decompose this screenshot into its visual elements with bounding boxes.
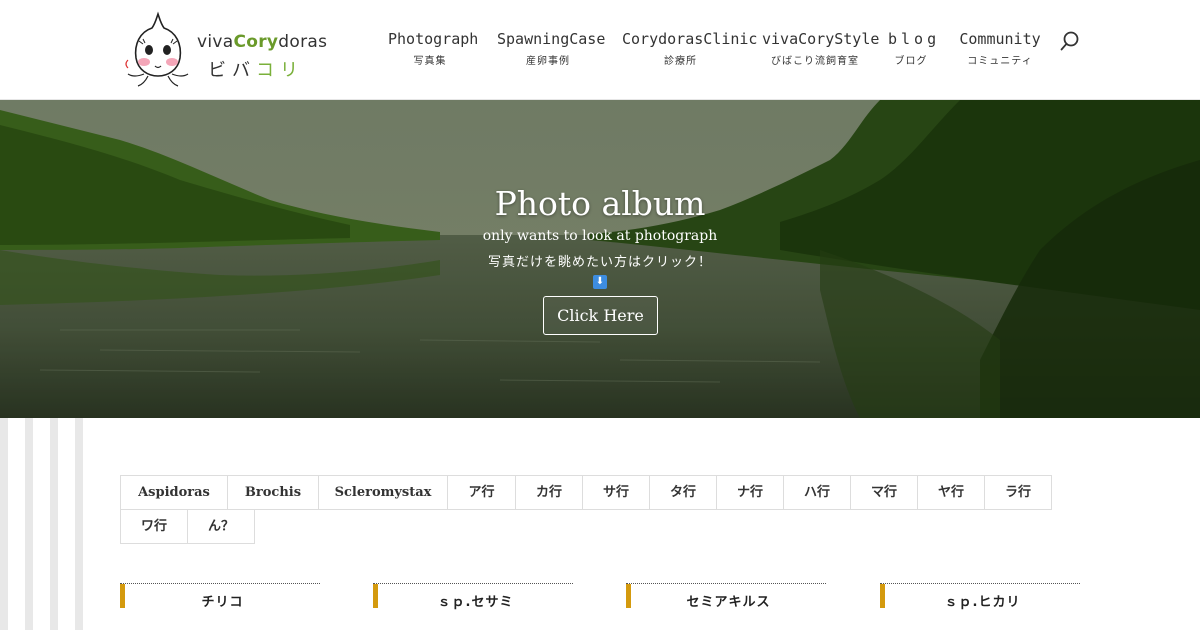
stripe [75,418,83,630]
tab-sa-row[interactable]: サ行 [582,475,650,510]
nav-label: Photograph [388,30,479,48]
card-title: ｓｐ.セサミ [437,595,514,610]
search-icon[interactable] [1059,30,1081,52]
nav-sublabel: ブログ [894,56,928,67]
main-nav: Photograph 写真集 SpawningCase 産卵事例 Corydor… [0,30,1200,80]
nav-sublabel: びばこり流飼育室 [771,56,859,67]
species-card[interactable]: チリコ [120,583,320,610]
click-here-button[interactable]: Click Here [543,296,658,335]
nav-label: SpawningCase [497,30,606,48]
species-card[interactable]: ｓｐ.ヒカリ [880,583,1080,610]
hero-subtitle-en: only wants to look at photograph [482,228,718,244]
tab-brochis[interactable]: Brochis [227,475,319,510]
card-title: チリコ [201,595,244,610]
hero-banner: Photo album only wants to look at photog… [0,100,1200,418]
nav-sublabel: 写真集 [413,56,447,67]
stripe [25,418,33,630]
tab-ha-row[interactable]: ハ行 [783,475,851,510]
tab-scleromystax[interactable]: Scleromystax [318,475,448,510]
tab-n-other[interactable]: ん？ [187,509,255,544]
species-card[interactable]: ｓｐ.セサミ [373,583,573,610]
tab-a-row[interactable]: ア行 [447,475,516,510]
tab-ka-row[interactable]: カ行 [515,475,583,510]
nav-item-corydoras-clinic[interactable]: CorydorasClinic 診療所 [622,30,758,67]
tab-aspidoras[interactable]: Aspidoras [120,475,228,510]
nav-sublabel: コミュニティ [967,56,1033,67]
tab-ya-row[interactable]: ヤ行 [917,475,985,510]
nav-item-photograph[interactable]: Photograph 写真集 [388,30,479,67]
card-title: セミアキルス [686,595,771,610]
nav-item-community[interactable]: Community コミュニティ [958,30,1042,67]
nav-sublabel: 診療所 [664,56,697,67]
nav-label: CorydorasClinic [622,30,758,48]
tab-wa-row[interactable]: ワ行 [120,509,188,544]
tab-na-row[interactable]: ナ行 [716,475,784,510]
tab-ra-row[interactable]: ラ行 [984,475,1052,510]
stripe [50,418,58,630]
hero-title: Photo album [494,184,706,223]
tab-ta-row[interactable]: タ行 [649,475,717,510]
nav-label: blog [888,30,941,48]
card-title: ｓｐ.ヒカリ [944,595,1021,610]
species-card[interactable]: セミアキルス [626,583,826,610]
nav-label: vivaCoryStyle [762,30,880,48]
arrow-down-icon: ⬇ [593,275,607,289]
decorative-stripes [0,418,84,630]
site-header: vivaCorydoras ビバコリ Photograph 写真集 Spawni… [0,0,1200,100]
hero-subtitle-ja: 写真だけを眺めたい方はクリック！ [487,255,712,270]
tab-ma-row[interactable]: マ行 [850,475,918,510]
nav-item-spawning-case[interactable]: SpawningCase 産卵事例 [497,30,606,67]
nav-item-blog[interactable]: blog ブログ [888,30,941,67]
nav-item-viva-cory-style[interactable]: vivaCoryStyle びばこり流飼育室 [762,30,880,67]
stripe [0,418,8,630]
nav-label: Community [959,30,1041,48]
nav-sublabel: 産卵事例 [526,56,570,67]
